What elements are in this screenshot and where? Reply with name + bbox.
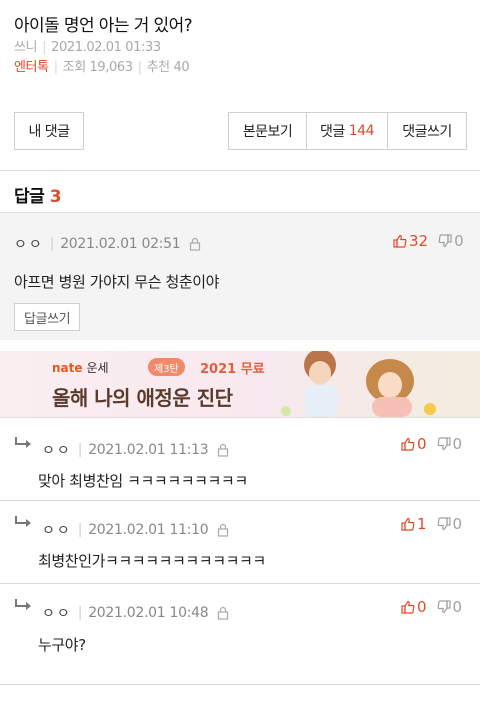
lock-icon[interactable] xyxy=(216,443,230,457)
comment-meta: ㅇㅇ | 2021.02.01 10:48 xyxy=(42,603,230,623)
post-category-link[interactable]: 엔터톡 xyxy=(14,60,49,75)
thumbs-down-icon xyxy=(438,234,452,248)
thumbs-up-icon xyxy=(401,517,415,531)
post-meta-row-1: 쓰니 | 2021.02.01 01:33 xyxy=(14,40,161,55)
comment-text: 최병찬인가ㅋㅋㅋㅋㅋㅋㅋㅋㅋㅋㅋㅋ xyxy=(38,552,266,570)
write-comment-button[interactable]: 댓글쓰기 xyxy=(387,112,467,150)
comments-count-button[interactable]: 댓글 144 xyxy=(306,112,388,150)
comment-user[interactable]: ㅇㅇ xyxy=(14,234,44,254)
like-button[interactable]: 0 xyxy=(401,435,427,453)
ad-promo: 2021 무료 xyxy=(200,362,265,377)
thumbs-down-icon xyxy=(437,517,451,531)
best-comment-votes: 32 0 xyxy=(393,232,464,250)
lock-icon[interactable] xyxy=(188,237,202,251)
divider xyxy=(0,684,480,685)
post-meta-row-2: 엔터톡 | 조회 19,063 | 추천 40 xyxy=(14,60,190,75)
reply-write-button[interactable]: 답글쓰기 xyxy=(14,303,81,331)
comment-user[interactable]: ㅇㅇ xyxy=(42,520,72,540)
like-count: 32 xyxy=(409,232,429,250)
comment-user[interactable]: ㅇㅇ xyxy=(42,603,72,623)
comments-label: 댓글 xyxy=(320,124,345,140)
my-comments-button[interactable]: 내 댓글 xyxy=(14,112,84,150)
divider xyxy=(0,417,480,418)
divider xyxy=(0,583,480,584)
like-button[interactable]: 0 xyxy=(401,598,427,616)
divider xyxy=(0,170,480,171)
like-count: 0 xyxy=(417,598,427,616)
reply-arrow-icon xyxy=(15,599,31,610)
post-header: 아이돌 명언 아는 거 있어? 쓰니 | 2021.02.01 01:33 엔터톡 |… xyxy=(14,14,466,78)
post-views: 조회 19,063 xyxy=(62,60,133,75)
comment-meta: ㅇㅇ | 2021.02.01 11:10 xyxy=(42,520,230,540)
comment-votes: 1 0 xyxy=(401,515,462,533)
reply-arrow-icon xyxy=(15,437,31,448)
comment-datetime: 2021.02.01 02:51 xyxy=(60,236,181,252)
thumbs-down-icon xyxy=(437,600,451,614)
divider xyxy=(0,500,480,501)
dislike-button[interactable]: 0 xyxy=(437,598,463,616)
ad-brand: nate 운세 xyxy=(52,361,109,375)
ad-headline: 올해 나의 애정운 진단 xyxy=(52,386,233,410)
post-datetime: 2021.02.01 01:33 xyxy=(51,40,161,55)
replies-heading: 답글 3 xyxy=(14,182,62,207)
comment-datetime: 2021.02.01 11:13 xyxy=(88,442,209,458)
view-post-button[interactable]: 본문보기 xyxy=(228,112,307,150)
thumbs-up-icon xyxy=(401,600,415,614)
thumbs-up-icon xyxy=(401,437,415,451)
comment-text: 누구야? xyxy=(38,636,86,654)
dislike-count: 0 xyxy=(454,232,464,250)
dislike-count: 0 xyxy=(452,435,463,453)
thumbs-down-icon xyxy=(437,437,451,451)
dislike-count: 0 xyxy=(452,515,463,533)
comments-count: 144 xyxy=(348,123,375,139)
ad-banner[interactable]: nate 운세 제3탄 2021 무료 올해 나의 애정운 진단 xyxy=(0,351,480,417)
replies-count: 3 xyxy=(49,187,62,207)
post-recommends: 추천 40 xyxy=(146,60,190,75)
ad-illustration xyxy=(281,351,436,417)
like-button[interactable]: 32 xyxy=(393,232,428,250)
dislike-button[interactable]: 0 xyxy=(437,515,463,533)
comment-votes: 0 0 xyxy=(401,435,462,453)
dislike-count: 0 xyxy=(452,598,463,616)
like-count: 0 xyxy=(417,435,427,453)
like-button[interactable]: 1 xyxy=(401,515,427,533)
comment-datetime: 2021.02.01 11:10 xyxy=(88,522,209,538)
replies-label: 답글 xyxy=(14,187,45,207)
best-comment-meta: ㅇㅇ | 2021.02.01 02:51 xyxy=(14,234,202,254)
comment-text: 맞아 최병찬임 ㅋㅋㅋㅋㅋㅋㅋㅋㅋ xyxy=(38,472,248,490)
comment-text: 아프면 병원 가야지 무슨 청춘이야 xyxy=(14,273,220,291)
comment-user[interactable]: ㅇㅇ xyxy=(42,440,72,460)
comment-meta: ㅇㅇ | 2021.02.01 11:13 xyxy=(42,440,230,460)
reply-arrow-icon xyxy=(15,516,31,527)
thumbs-up-icon xyxy=(393,234,407,248)
dislike-button[interactable]: 0 xyxy=(438,232,464,250)
ad-badge: 제3탄 xyxy=(148,358,185,376)
comment-datetime: 2021.02.01 10:48 xyxy=(88,605,209,621)
post-title: 아이돌 명언 아는 거 있어? xyxy=(14,16,193,36)
post-author: 쓰니 xyxy=(14,40,38,55)
lock-icon[interactable] xyxy=(216,523,230,537)
like-count: 1 xyxy=(417,515,427,533)
comment-votes: 0 0 xyxy=(401,598,462,616)
lock-icon[interactable] xyxy=(216,606,230,620)
dislike-button[interactable]: 0 xyxy=(437,435,463,453)
